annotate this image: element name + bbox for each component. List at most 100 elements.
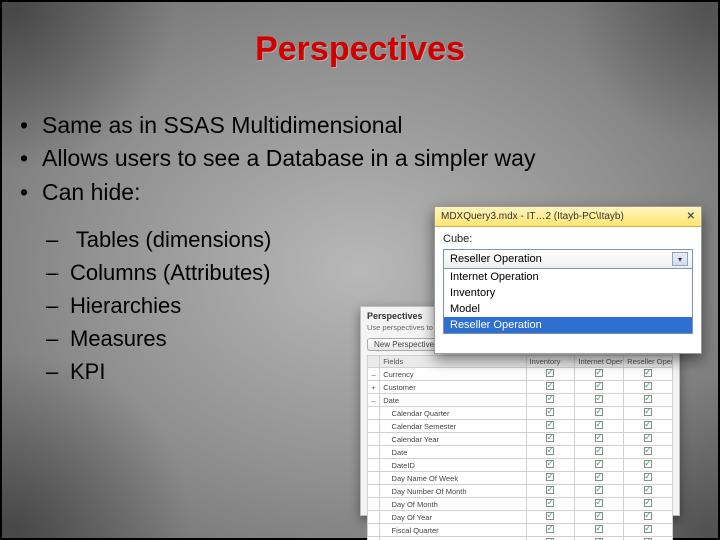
expand-toggle[interactable]: – [368,368,380,381]
table-row: DateID [368,459,673,472]
table-row: –Date [368,394,673,407]
perspective-checkbox[interactable] [526,394,575,407]
cube-selector-window: MDXQuery3.mdx - IT…2 (Itayb-PC\Itayb) ✕ … [434,206,702,354]
perspective-checkbox[interactable] [575,381,624,394]
field-name: Calendar Quarter [380,407,526,420]
perspective-checkbox[interactable] [624,407,673,420]
expand-toggle[interactable]: + [368,381,380,394]
expand-toggle [368,537,380,540]
perspective-checkbox[interactable] [575,433,624,446]
field-name: Day Of Year [380,511,526,524]
document-tab-title: MDXQuery3.mdx - IT…2 (Itayb-PC\Itayb) [441,211,624,222]
table-row: Date [368,446,673,459]
perspective-checkbox[interactable] [526,472,575,485]
perspective-checkbox[interactable] [624,459,673,472]
cube-combobox[interactable]: Reseller Operation ▾ [443,249,693,269]
table-row: Fiscal Quarter [368,524,673,537]
perspective-checkbox[interactable] [624,537,673,540]
document-tab[interactable]: MDXQuery3.mdx - IT…2 (Itayb-PC\Itayb) ✕ [435,207,701,227]
field-name: Fiscal Quarter [380,524,526,537]
field-name: Customer [380,381,526,394]
perspective-checkbox[interactable] [624,511,673,524]
perspective-checkbox[interactable] [624,524,673,537]
field-name: DateID [380,459,526,472]
perspective-checkbox[interactable] [526,433,575,446]
perspective-checkbox[interactable] [575,498,624,511]
cube-label: Cube: [435,227,701,247]
new-perspective-button[interactable]: New Perspective [367,338,441,351]
perspective-checkbox[interactable] [526,485,575,498]
cube-option[interactable]: Model [444,301,692,317]
perspective-checkbox[interactable] [575,485,624,498]
expand-toggle [368,459,380,472]
perspective-checkbox[interactable] [526,537,575,540]
cube-option-selected[interactable]: Reseller Operation [444,317,692,333]
field-name: Date [380,394,526,407]
table-row: Day Of Year [368,511,673,524]
field-name: Calendar Year [380,433,526,446]
perspective-checkbox[interactable] [526,511,575,524]
perspective-checkbox[interactable] [575,394,624,407]
expand-toggle [368,485,380,498]
perspective-checkbox[interactable] [624,433,673,446]
perspective-checkbox[interactable] [575,524,624,537]
perspective-checkbox[interactable] [575,459,624,472]
table-row: Day Of Month [368,498,673,511]
field-name: Day Of Month [380,498,526,511]
perspective-checkbox[interactable] [624,485,673,498]
expand-toggle [368,472,380,485]
perspective-checkbox[interactable] [526,368,575,381]
perspective-checkbox[interactable] [575,420,624,433]
cube-option[interactable]: Inventory [444,285,692,301]
screenshot-composite: Perspectives Use perspectives to define … [360,206,702,526]
perspective-checkbox[interactable] [526,407,575,420]
perspective-checkbox[interactable] [526,459,575,472]
chevron-down-icon[interactable]: ▾ [672,252,688,266]
field-name: Fiscal Semester [380,537,526,540]
expand-toggle [368,420,380,433]
perspective-checkbox[interactable] [575,368,624,381]
slide: Perspectives Same as in SSAS Multidimens… [0,0,720,540]
expand-toggle [368,433,380,446]
bullet-item: Allows users to see a Database in a simp… [22,142,718,175]
field-name: Calendar Semester [380,420,526,433]
perspective-checkbox[interactable] [526,381,575,394]
table-row: Calendar Quarter [368,407,673,420]
perspective-checkbox[interactable] [575,407,624,420]
close-icon[interactable]: ✕ [687,211,695,222]
perspective-checkbox[interactable] [575,537,624,540]
expand-toggle[interactable]: – [368,394,380,407]
perspective-checkbox[interactable] [575,511,624,524]
table-row: +Customer [368,381,673,394]
table-row: Day Name Of Week [368,472,673,485]
expand-toggle [368,446,380,459]
perspective-checkbox[interactable] [575,472,624,485]
perspective-checkbox[interactable] [526,446,575,459]
expand-toggle [368,511,380,524]
perspective-checkbox[interactable] [624,472,673,485]
table-row: –Currency [368,368,673,381]
grid-col-internet: Internet Operation [575,356,624,368]
field-name: Day Name Of Week [380,472,526,485]
perspective-checkbox[interactable] [575,446,624,459]
perspective-checkbox[interactable] [624,381,673,394]
field-name: Date [380,446,526,459]
perspective-checkbox[interactable] [624,446,673,459]
grid-col-reseller: Reseller Operation [624,356,673,368]
bullet-list: Same as in SSAS Multidimensional Allows … [22,109,718,209]
cube-dropdown-list: Internet Operation Inventory Model Resel… [443,269,693,334]
cube-option[interactable]: Internet Operation [444,269,692,285]
field-name: Day Number Of Month [380,485,526,498]
cube-selected-value: Reseller Operation [450,253,542,265]
perspective-checkbox[interactable] [624,394,673,407]
expand-toggle [368,524,380,537]
perspectives-grid: Fields Inventory Internet Operation Rese… [367,355,673,540]
perspective-checkbox[interactable] [526,524,575,537]
perspective-checkbox[interactable] [526,420,575,433]
perspective-checkbox[interactable] [624,498,673,511]
table-row: Day Number Of Month [368,485,673,498]
table-row: Calendar Year [368,433,673,446]
perspective-checkbox[interactable] [624,420,673,433]
perspective-checkbox[interactable] [526,498,575,511]
perspective-checkbox[interactable] [624,368,673,381]
